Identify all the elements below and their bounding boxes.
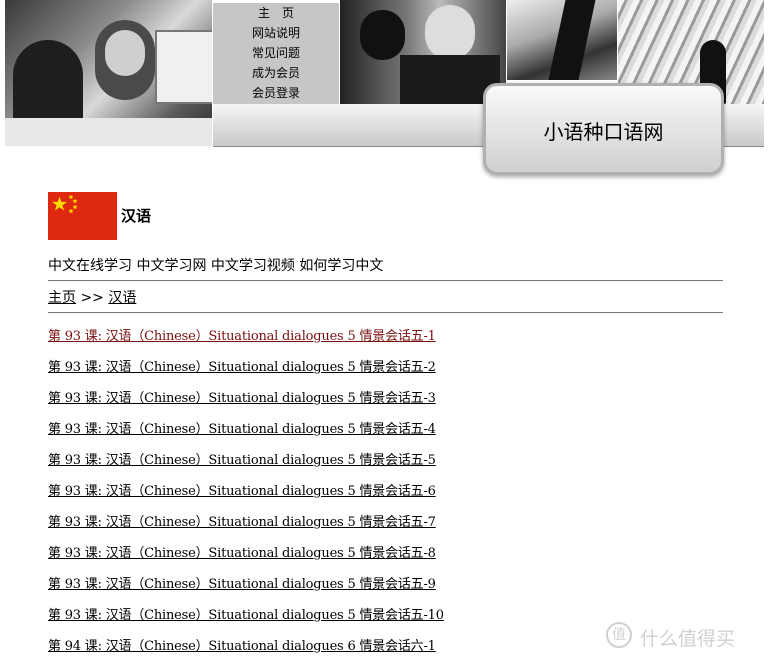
list-item: 第 93 课: 汉语（Chinese）Situational dialogues… xyxy=(48,387,444,418)
header-photo-office xyxy=(5,0,212,146)
photo-desk xyxy=(5,118,212,146)
watermark-text: 什么值得买 xyxy=(640,628,736,650)
menu-item-become-member[interactable]: 成为会员 xyxy=(213,63,339,83)
watermark: 值 什么值得买 xyxy=(606,620,768,652)
china-flag-icon xyxy=(48,192,117,240)
list-item: 第 93 课: 汉语（Chinese）Situational dialogues… xyxy=(48,418,444,449)
lesson-link[interactable]: 第 93 课: 汉语（Chinese）Situational dialogues… xyxy=(48,608,444,623)
lesson-link[interactable]: 第 93 课: 汉语（Chinese）Situational dialogues… xyxy=(48,546,436,561)
lesson-link[interactable]: 第 93 课: 汉语（Chinese）Situational dialogues… xyxy=(48,453,436,468)
breadcrumb: 主页 >> 汉语 xyxy=(48,287,136,307)
site-title-box: 小语种口语网 xyxy=(483,83,724,175)
list-item: 第 93 课: 汉语（Chinese）Situational dialogues… xyxy=(48,325,444,356)
photo-person-4 xyxy=(425,5,475,60)
menu-item-faq[interactable]: 常见问题 xyxy=(213,43,339,63)
lesson-link[interactable]: 第 93 课: 汉语（Chinese）Situational dialogues… xyxy=(48,422,436,437)
list-item: 第 93 课: 汉语（Chinese）Situational dialogues… xyxy=(48,511,444,542)
photo-monitor xyxy=(155,30,212,104)
lesson-link[interactable]: 第 93 课: 汉语（Chinese）Situational dialogues… xyxy=(48,515,436,530)
photo-person-3 xyxy=(360,10,405,60)
divider-top xyxy=(48,280,723,281)
watermark-logo-icon: 值 xyxy=(606,622,632,648)
list-item: 第 94 课: 汉语（Chinese）Situational dialogues… xyxy=(48,635,444,666)
divider-bottom xyxy=(48,312,723,313)
photo-person-2-face xyxy=(105,30,145,76)
list-item: 第 93 课: 汉语（Chinese）Situational dialogues… xyxy=(48,604,444,635)
lesson-link[interactable]: 第 93 课: 汉语（Chinese）Situational dialogues… xyxy=(48,484,436,499)
lesson-link[interactable]: 第 93 课: 汉语（Chinese）Situational dialogues… xyxy=(48,577,436,592)
lesson-link[interactable]: 第 93 课: 汉语（Chinese）Situational dialogues… xyxy=(48,360,436,375)
list-item: 第 93 课: 汉语（Chinese）Situational dialogues… xyxy=(48,542,444,573)
lesson-link[interactable]: 第 94 课: 汉语（Chinese）Situational dialogues… xyxy=(48,639,436,654)
menu-item-member-login[interactable]: 会员登录 xyxy=(213,83,339,103)
list-item: 第 93 课: 汉语（Chinese）Situational dialogues… xyxy=(48,449,444,480)
main-menu: 主 页 网站说明 常见问题 成为会员 会员登录 xyxy=(213,3,339,105)
lesson-link[interactable]: 第 93 课: 汉语（Chinese）Situational dialogues… xyxy=(48,329,436,344)
site-header: 主 页 网站说明 常见问题 成为会员 会员登录 小语种口语网 xyxy=(0,0,774,175)
list-item: 第 93 课: 汉语（Chinese）Situational dialogues… xyxy=(48,356,444,387)
breadcrumb-separator: >> xyxy=(80,290,104,306)
breadcrumb-current-link[interactable]: 汉语 xyxy=(108,290,136,306)
breadcrumb-home-link[interactable]: 主页 xyxy=(48,290,76,306)
lesson-link[interactable]: 第 93 课: 汉语（Chinese）Situational dialogues… xyxy=(48,391,436,406)
menu-item-home[interactable]: 主 页 xyxy=(213,3,339,23)
photo-walking-legs xyxy=(548,0,596,80)
site-title: 小语种口语网 xyxy=(543,120,664,144)
keyword-tags: 中文在线学习 中文学习网 中文学习视频 如何学习中文 xyxy=(48,258,384,274)
menu-item-site-info[interactable]: 网站说明 xyxy=(213,23,339,43)
language-title: 汉语 xyxy=(121,207,152,225)
list-item: 第 93 课: 汉语（Chinese）Situational dialogues… xyxy=(48,480,444,511)
list-item: 第 93 课: 汉语（Chinese）Situational dialogues… xyxy=(48,573,444,604)
header-photo-briefcase xyxy=(507,0,617,80)
header-photo-meeting xyxy=(340,0,506,104)
lesson-list: 第 93 课: 汉语（Chinese）Situational dialogues… xyxy=(48,325,444,666)
flag-stars xyxy=(52,194,78,214)
